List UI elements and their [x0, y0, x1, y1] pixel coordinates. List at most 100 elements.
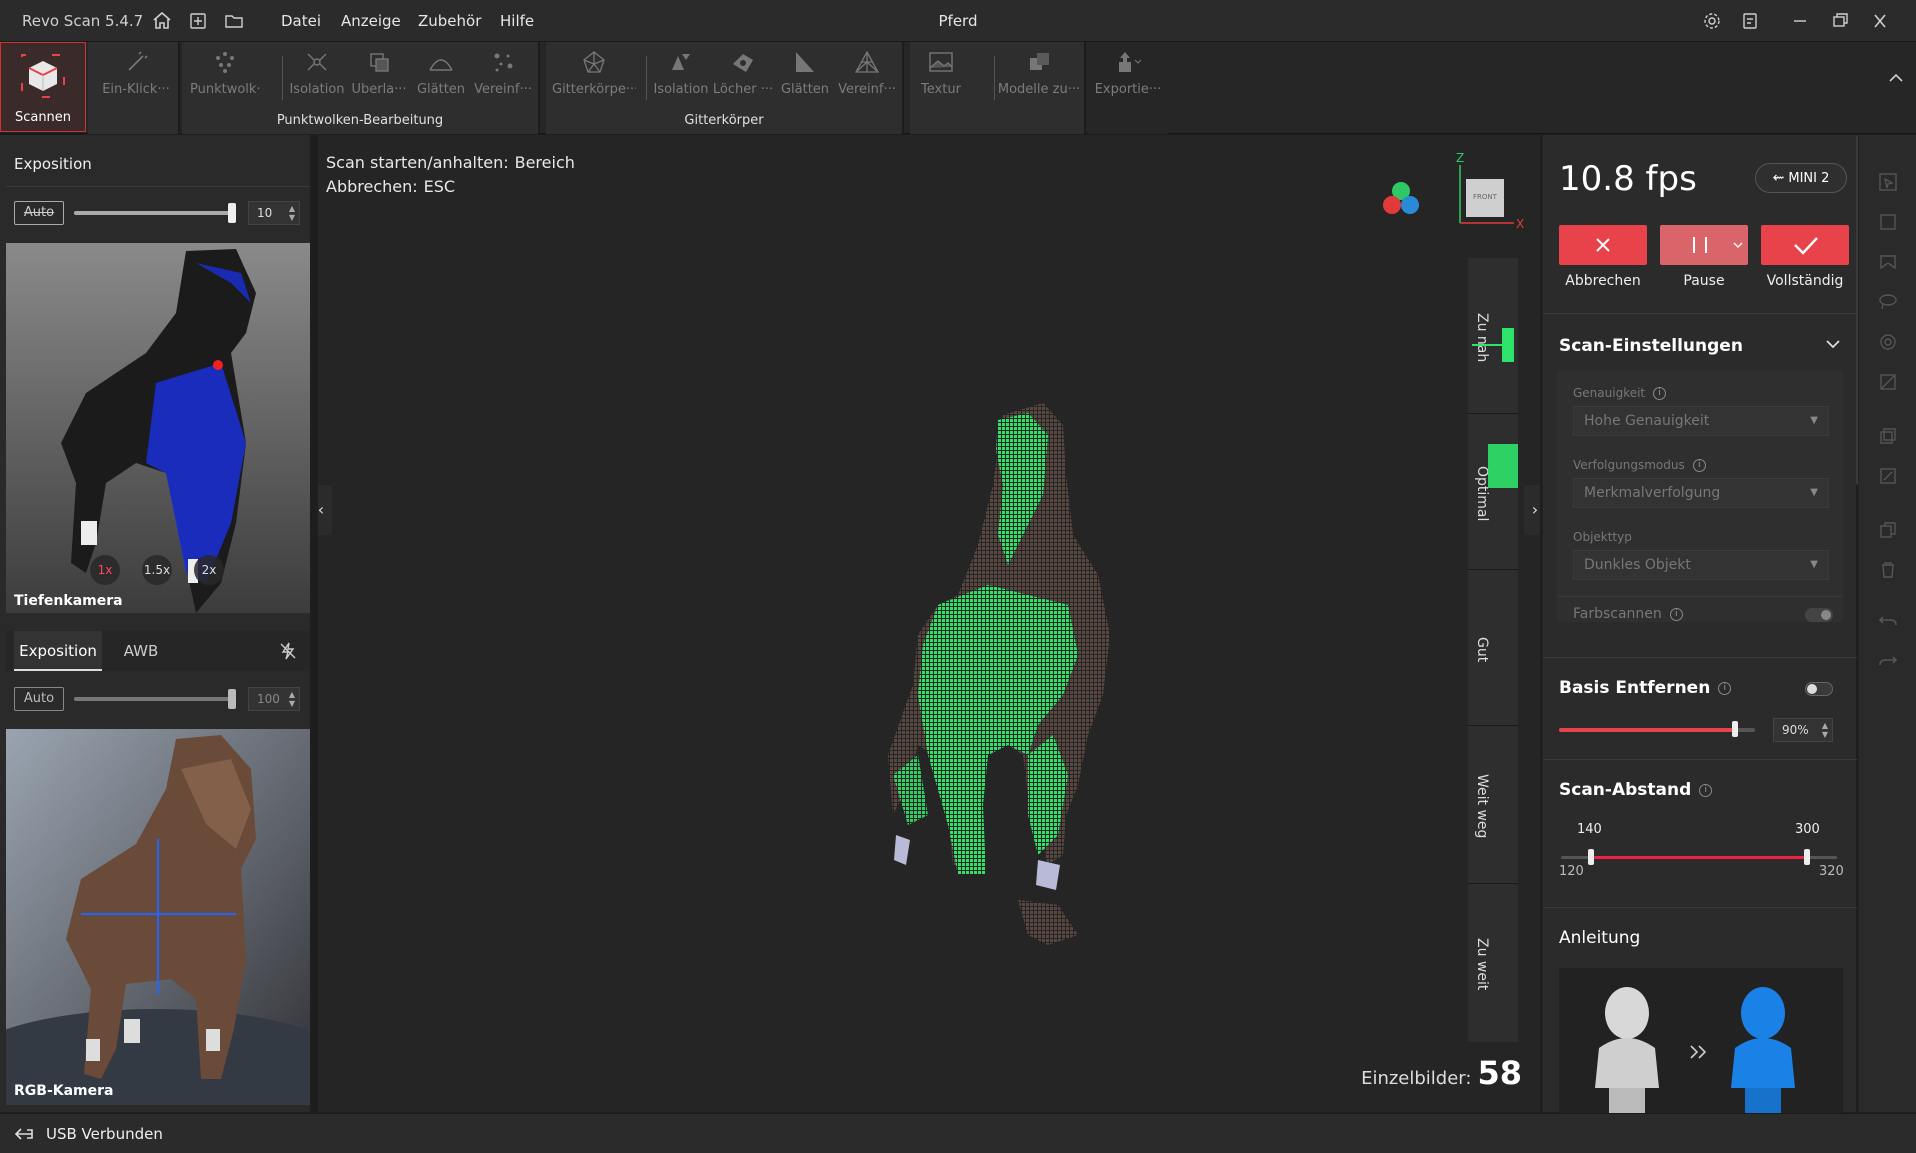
new-project-icon[interactable] [186, 9, 210, 33]
collapse-right-panel-button[interactable]: › [1524, 485, 1540, 535]
rgb-camera-image [6, 729, 310, 1105]
info-icon[interactable]: i [1718, 681, 1732, 695]
pc-simplify-tool[interactable]: Vereinf··· [472, 48, 534, 104]
color-scan-toggle[interactable] [1805, 608, 1833, 622]
axis-x-label: X [1516, 217, 1525, 231]
remove-base-thumb[interactable] [1732, 721, 1738, 737]
hint-start: Scan starten/anhalten: Bereich [326, 153, 575, 172]
toolbar-divider [282, 56, 283, 100]
settings-gear-icon[interactable] [1698, 8, 1726, 34]
distance-segment-optimal: Optimal [1468, 414, 1518, 570]
tracking-select[interactable]: Merkmalverfolgung ▼ [1573, 478, 1829, 508]
spin-arrows-icon[interactable]: ▲ ▼ [289, 690, 295, 708]
accuracy-select[interactable]: Hohe Genauigkeit ▼ [1573, 406, 1829, 436]
pause-scan-button[interactable] [1660, 225, 1748, 265]
brush-select-icon[interactable] [1877, 331, 1899, 353]
menu-zubehoer[interactable]: Zubehör [418, 12, 481, 30]
distance-segment-too-far: Zu weit [1468, 884, 1518, 1042]
info-icon[interactable]: i [1699, 783, 1713, 797]
menu-datei[interactable]: Datei [281, 12, 321, 30]
pc-isolation-tool[interactable]: Isolation [286, 48, 348, 104]
frame-counter-value: 58 [1477, 1054, 1522, 1092]
tab-exposition[interactable]: Exposition [14, 631, 102, 671]
axis-gizmo[interactable]: Z X FRONT [1448, 151, 1528, 233]
rgb-camera-label: RGB-Kamera [14, 1083, 114, 1099]
menu-anzeige[interactable]: Anzeige [341, 12, 401, 30]
minimize-icon[interactable] [1786, 8, 1814, 34]
spin-arrows-icon[interactable]: ▲ ▼ [289, 204, 295, 222]
menu-hilfe[interactable]: Hilfe [500, 12, 534, 30]
mesh-simplify-tool[interactable]: Vereinf··· [836, 48, 898, 104]
texture-tool[interactable]: Textur [910, 48, 972, 104]
info-icon[interactable]: i [1692, 459, 1706, 472]
restore-icon[interactable] [1826, 8, 1854, 34]
invert-select-icon[interactable] [1877, 371, 1899, 393]
complete-scan-button[interactable] [1761, 225, 1849, 265]
zoom-2x-button[interactable]: 2x [194, 555, 224, 585]
mesh-isolation-tool[interactable]: Isolation [650, 48, 712, 104]
notes-icon[interactable] [1736, 8, 1764, 34]
rgb-camera-view[interactable]: RGB-Kamera [6, 729, 310, 1105]
scan-distance-low-thumb[interactable] [1588, 849, 1594, 865]
lasso-icon[interactable] [1877, 291, 1899, 313]
merge-models-tool[interactable]: Modelle zu··· [996, 48, 1082, 104]
collapse-left-panel-button[interactable]: ‹ [318, 485, 332, 535]
remove-base-slider[interactable] [1559, 721, 1755, 737]
flash-off-icon[interactable] [278, 641, 298, 661]
select-arrow-icon[interactable] [1877, 171, 1899, 193]
depth-auto-button[interactable]: Auto [14, 201, 64, 225]
depth-exposure-spinbox[interactable]: 10 ▲ ▼ [248, 201, 300, 225]
pointcloud-tool[interactable]: Punktwolk··· [190, 48, 260, 104]
rgb-exposure-slider[interactable] [74, 689, 236, 709]
edit-icon[interactable] [1877, 465, 1899, 487]
hint-start-label: Scan starten/anhalten: [326, 153, 509, 172]
tracking-value: Merkmalverfolgung [1584, 485, 1721, 501]
color-mode-icon[interactable] [1380, 179, 1422, 219]
scan-tool-button[interactable]: Scannen [0, 42, 86, 132]
one-click-tool[interactable]: Ein-Klick··· [96, 48, 176, 104]
depth-exposure-slider[interactable] [74, 203, 236, 223]
close-icon[interactable] [1866, 8, 1894, 34]
pc-smooth-tool[interactable]: Glätten [410, 48, 472, 104]
distance-segment-good: Gut [1468, 570, 1518, 726]
rgb-auto-button[interactable]: Auto [14, 687, 64, 711]
scan-distance-high-thumb[interactable] [1804, 849, 1810, 865]
depth-camera-view[interactable]: 1x 1.5x 2x Tiefenkamera [6, 243, 310, 613]
tab-awb[interactable]: AWB [106, 631, 176, 671]
scan-viewport[interactable]: Scan starten/anhalten: Bereich Abbrechen:… [318, 135, 1540, 1112]
object-type-select[interactable]: Dunkles Objekt ▼ [1573, 550, 1829, 580]
undo-icon[interactable] [1877, 609, 1899, 631]
chevron-down-icon[interactable] [1823, 334, 1843, 354]
export-tool[interactable]: Exportie··· [1088, 48, 1168, 104]
mesh-smooth-tool[interactable]: Glätten [774, 48, 836, 104]
remove-base-spinbox[interactable]: 90% ▲ ▼ [1773, 718, 1833, 742]
spin-arrows-icon[interactable]: ▲ ▼ [1822, 721, 1828, 739]
depth-exposure-thumb[interactable] [228, 203, 236, 223]
collapse-toolbar-icon[interactable] [1884, 66, 1908, 90]
remove-base-toggle[interactable] [1805, 682, 1833, 696]
mesh-group-label: Gitterkörper [684, 113, 764, 128]
polygon-select-icon[interactable] [1877, 251, 1899, 273]
device-button[interactable]: ⇜ MINI 2 [1755, 163, 1847, 193]
mesh-tool[interactable]: Gitterkörpe··· [552, 48, 636, 104]
rgb-exposure-thumb[interactable] [228, 689, 236, 709]
zoom-1x-button[interactable]: 1x [90, 555, 120, 585]
fill-holes-tool[interactable]: Löcher ··· [712, 48, 774, 104]
info-icon[interactable]: i [1669, 607, 1683, 621]
zoom-1-5x-button[interactable]: 1.5x [142, 555, 172, 585]
copy-icon[interactable] [1877, 519, 1899, 541]
rgb-exposure-spinbox[interactable]: 100 ▲ ▼ [248, 687, 300, 711]
open-folder-icon[interactable] [222, 9, 246, 33]
camera-panel: Exposition Auto 10 ▲ ▼ 1x 1.5x 2x Tiefenk… [0, 135, 310, 1112]
remove-base-value: 90% [1782, 723, 1809, 737]
redo-icon[interactable] [1877, 649, 1899, 671]
home-icon[interactable] [150, 9, 174, 33]
info-icon[interactable]: i [1653, 387, 1667, 400]
scan-distance-slider[interactable] [1561, 849, 1837, 865]
magic-wand-icon [128, 51, 148, 71]
layers-icon[interactable] [1877, 425, 1899, 447]
delete-icon[interactable] [1877, 559, 1899, 581]
rect-select-icon[interactable] [1877, 211, 1899, 233]
pc-overlap-tool[interactable]: Überla··· [348, 48, 410, 104]
cancel-scan-button[interactable] [1559, 225, 1647, 265]
